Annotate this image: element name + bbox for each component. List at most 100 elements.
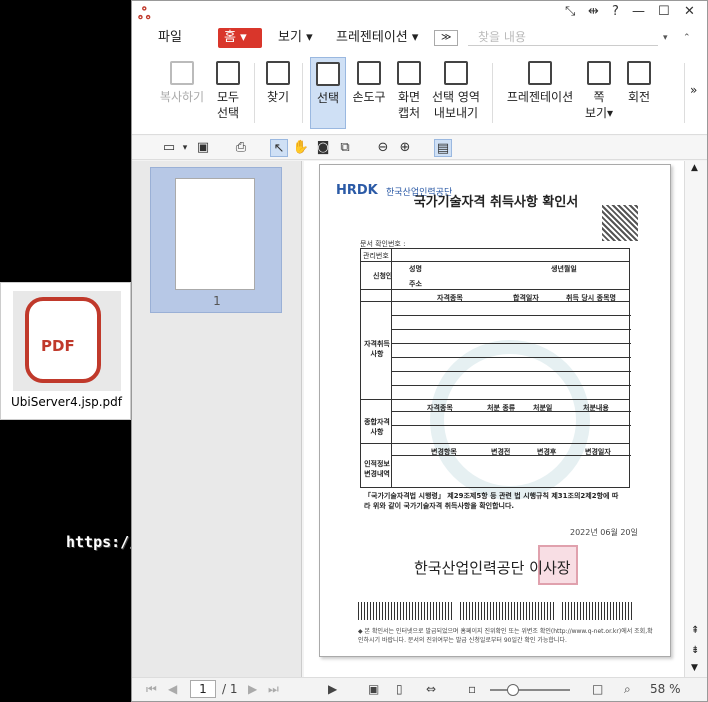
barcode bbox=[562, 602, 632, 620]
camera-icon bbox=[397, 61, 421, 85]
zoom-level[interactable]: 58 % bbox=[650, 682, 681, 696]
app-logo-icon: ஃ bbox=[138, 4, 151, 23]
table-line bbox=[391, 385, 631, 386]
thumbnail-image bbox=[175, 178, 255, 290]
zoom-slider-track[interactable] bbox=[490, 689, 570, 691]
ribbon-expand-icon[interactable]: » bbox=[690, 83, 697, 97]
cursor-icon bbox=[316, 62, 340, 86]
menu-view-label: 보기 bbox=[278, 30, 302, 45]
find-button[interactable]: 찾기 bbox=[260, 57, 296, 129]
page-total: / 1 bbox=[222, 682, 238, 696]
magnifier-icon[interactable]: ⌕ bbox=[624, 682, 631, 697]
vertical-scrollbar[interactable]: ▲ ⇞ ⇟ ▼ bbox=[684, 161, 707, 677]
screen-capture-button[interactable]: 화면 캡처 bbox=[392, 57, 426, 129]
fit-page-button[interactable]: 쪽 보기▾ bbox=[582, 57, 616, 129]
name-label: 성명 bbox=[409, 265, 422, 273]
save-icon[interactable]: ▣ bbox=[194, 139, 212, 157]
next-page-icon[interactable]: ▶ bbox=[248, 682, 257, 696]
export-selection-button[interactable]: 선택 영역 내보내기 bbox=[430, 57, 482, 129]
table-line bbox=[361, 301, 629, 302]
ribbon-separator bbox=[254, 63, 255, 123]
thumbnail-toggle-icon[interactable]: ▤ bbox=[434, 139, 452, 157]
rotate-button[interactable]: 회전 bbox=[622, 57, 656, 129]
search-dropdown-icon[interactable]: ▾ bbox=[657, 28, 674, 48]
maximize-button[interactable]: ☐ bbox=[658, 4, 670, 19]
copy-label: 복사하기 bbox=[159, 90, 205, 104]
table-line bbox=[391, 371, 631, 372]
capture-label-2: 캡처 bbox=[397, 106, 421, 120]
select-all-label-2: 선택 bbox=[216, 106, 240, 120]
ribbon-separator bbox=[684, 63, 685, 123]
camera-icon[interactable]: ◙ bbox=[314, 139, 332, 157]
document-view[interactable]: HRDK 한국산업인력공단 국가기술자격 취득사항 확인서 문서 확인번호 : … bbox=[304, 161, 684, 677]
page-thumbnail[interactable]: 1 bbox=[150, 167, 282, 313]
more-menu-button[interactable]: ≫ bbox=[434, 30, 459, 46]
thumbnail-page-number: 1 bbox=[213, 294, 221, 308]
hand-icon[interactable]: ✋ bbox=[292, 139, 310, 157]
fullscreen-icon[interactable]: ⤡ bbox=[565, 4, 575, 19]
select-all-button[interactable]: 모두선택 bbox=[210, 57, 246, 129]
close-button[interactable]: ✕ bbox=[684, 4, 695, 19]
rotate-label: 회전 bbox=[627, 90, 651, 104]
zoom-out-icon[interactable]: ⊖ bbox=[374, 139, 392, 157]
menu-presentation-label: 프레젠테이션 bbox=[336, 30, 408, 45]
menu-bar: 파일 홈 ▾ 보기 ▾ 프레젠테이션 ▾ ≫ 찾을 내용 ▾ ⌃ bbox=[132, 25, 707, 49]
table-line bbox=[361, 399, 629, 400]
select-cursor-icon[interactable]: ↖ bbox=[270, 139, 288, 157]
print-icon[interactable]: ⎙ bbox=[232, 139, 250, 157]
find-label: 찾기 bbox=[266, 90, 290, 104]
fit-page-icon bbox=[587, 61, 611, 85]
zoom-out-small-icon[interactable]: ▫ bbox=[468, 682, 476, 696]
scroll-up-icon[interactable]: ▲ bbox=[691, 163, 698, 173]
thumbnail-pane: 1 bbox=[132, 161, 302, 677]
select-tool-button[interactable]: 선택 bbox=[310, 57, 346, 129]
page-down-icon[interactable]: ⇟ bbox=[691, 645, 699, 656]
zoom-slider-handle[interactable] bbox=[507, 684, 519, 696]
copy-icon bbox=[170, 61, 194, 85]
help-icon[interactable]: ? bbox=[612, 4, 619, 19]
legal-notice: 「국가기술자격법 시행령」 제29조제5항 등 관련 법 시행규칙 제31조의2… bbox=[364, 492, 619, 510]
slideshow-icon[interactable]: ▶ bbox=[328, 682, 337, 696]
chevron-down-icon[interactable]: ▾ bbox=[176, 139, 194, 157]
hand-tool-button[interactable]: 손도구 bbox=[350, 57, 388, 129]
export-icon[interactable]: ⧉ bbox=[336, 139, 354, 157]
table-line bbox=[391, 249, 392, 487]
scroll-down-icon[interactable]: ▼ bbox=[691, 663, 698, 673]
actual-size-icon[interactable]: ▣ bbox=[368, 682, 379, 696]
zoom-in-icon[interactable]: ⊕ bbox=[396, 139, 414, 157]
ribbon-collapse-icon[interactable]: ⌃ bbox=[677, 28, 697, 48]
pdf-page: HRDK 한국산업인력공단 국가기술자격 취득사항 확인서 문서 확인번호 : … bbox=[319, 164, 671, 657]
menu-home-label: 홈 bbox=[224, 30, 236, 45]
table-line bbox=[391, 425, 631, 426]
table-line bbox=[391, 343, 631, 344]
pdf-viewer-window: ஃ ⤡ ⇹ ? — ☐ ✕ 파일 홈 ▾ 보기 ▾ 프레젠테이션 ▾ ≫ 찾을 … bbox=[131, 0, 708, 702]
chevron-down-icon: ▾ bbox=[240, 30, 247, 45]
menu-view[interactable]: 보기 ▾ bbox=[272, 28, 319, 48]
select-all-label-1: 모두 bbox=[216, 90, 240, 104]
split-icon[interactable]: ⇹ bbox=[588, 4, 599, 19]
fit-label-2-text: 보기 bbox=[584, 106, 608, 120]
table-line bbox=[391, 357, 631, 358]
menu-home[interactable]: 홈 ▾ bbox=[218, 28, 262, 48]
previous-page-icon[interactable]: ◀ bbox=[168, 682, 177, 696]
search-input[interactable]: 찾을 내용 bbox=[468, 28, 658, 46]
copy-button[interactable]: 복사하기 bbox=[156, 57, 208, 129]
hand-icon bbox=[357, 61, 381, 85]
presentation-button[interactable]: 프레젠테이션 bbox=[504, 57, 576, 129]
menu-presentation[interactable]: 프레젠테이션 ▾ bbox=[330, 28, 424, 48]
desktop-file-icon[interactable]: PDF UbiServer4.jsp.pdf bbox=[0, 282, 131, 420]
table-line bbox=[391, 329, 631, 330]
ribbon: 복사하기 모두 선택 찾기 선택 손도구 화면 캡처 선택 영역 내보내기 프레젠테이… bbox=[132, 49, 707, 135]
first-page-icon[interactable]: ⏮ bbox=[146, 682, 157, 697]
select-all-icon bbox=[216, 61, 240, 85]
chevron-down-icon: ▾ bbox=[306, 30, 313, 45]
minimize-button[interactable]: — bbox=[632, 4, 645, 19]
menu-file[interactable]: 파일 bbox=[152, 28, 188, 48]
fit-page-icon[interactable]: ▯ bbox=[396, 682, 403, 696]
zoom-in-small-icon[interactable]: □ bbox=[592, 682, 603, 696]
fit-width-icon[interactable]: ⇔ bbox=[426, 682, 436, 696]
last-page-icon[interactable]: ⏭ bbox=[268, 682, 279, 697]
page-up-icon[interactable]: ⇞ bbox=[691, 625, 699, 636]
page-number-input[interactable]: 1 bbox=[190, 680, 216, 698]
quick-toolbar: ▭ ▾ ▣ ⎙ ↖ ✋ ◙ ⧉ ⊖ ⊕ ▤ bbox=[132, 136, 707, 160]
